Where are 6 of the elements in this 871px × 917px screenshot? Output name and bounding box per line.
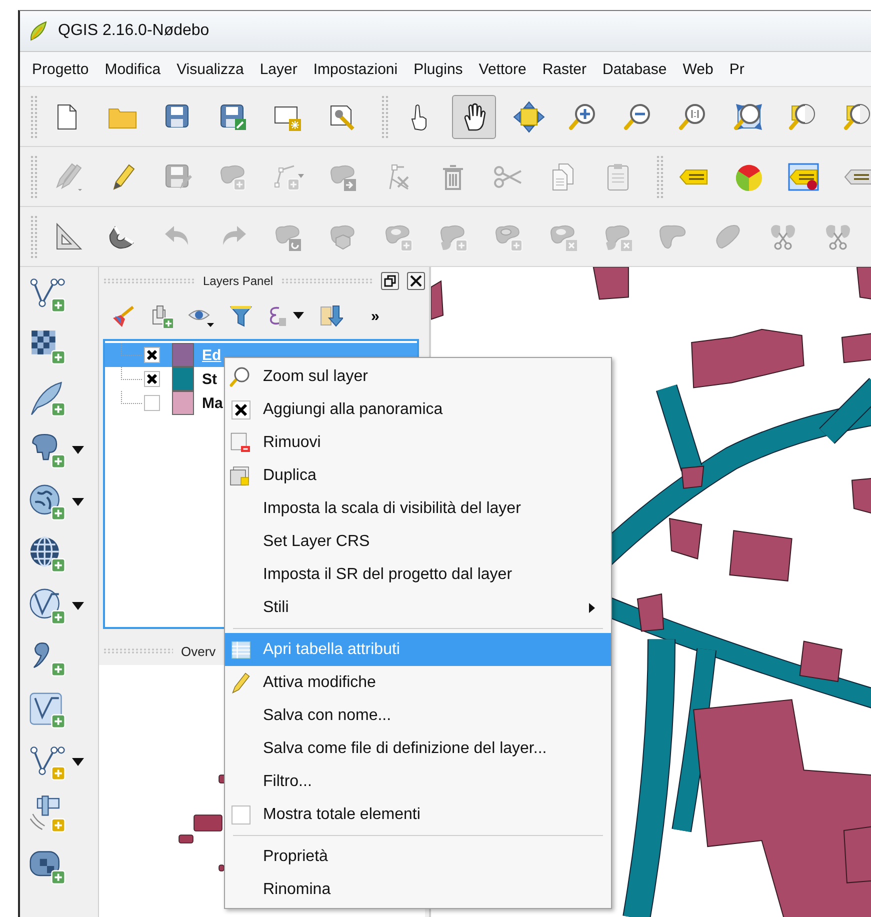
layer-name: Ma bbox=[202, 394, 223, 412]
layer-name: St bbox=[202, 370, 217, 388]
panel-title: Layers Panel bbox=[202, 274, 274, 288]
layer-name: Ed bbox=[202, 346, 222, 364]
window-title: QGIS 2.16.0-Nødebo bbox=[58, 22, 210, 40]
panel-title: Overv bbox=[181, 644, 216, 658]
